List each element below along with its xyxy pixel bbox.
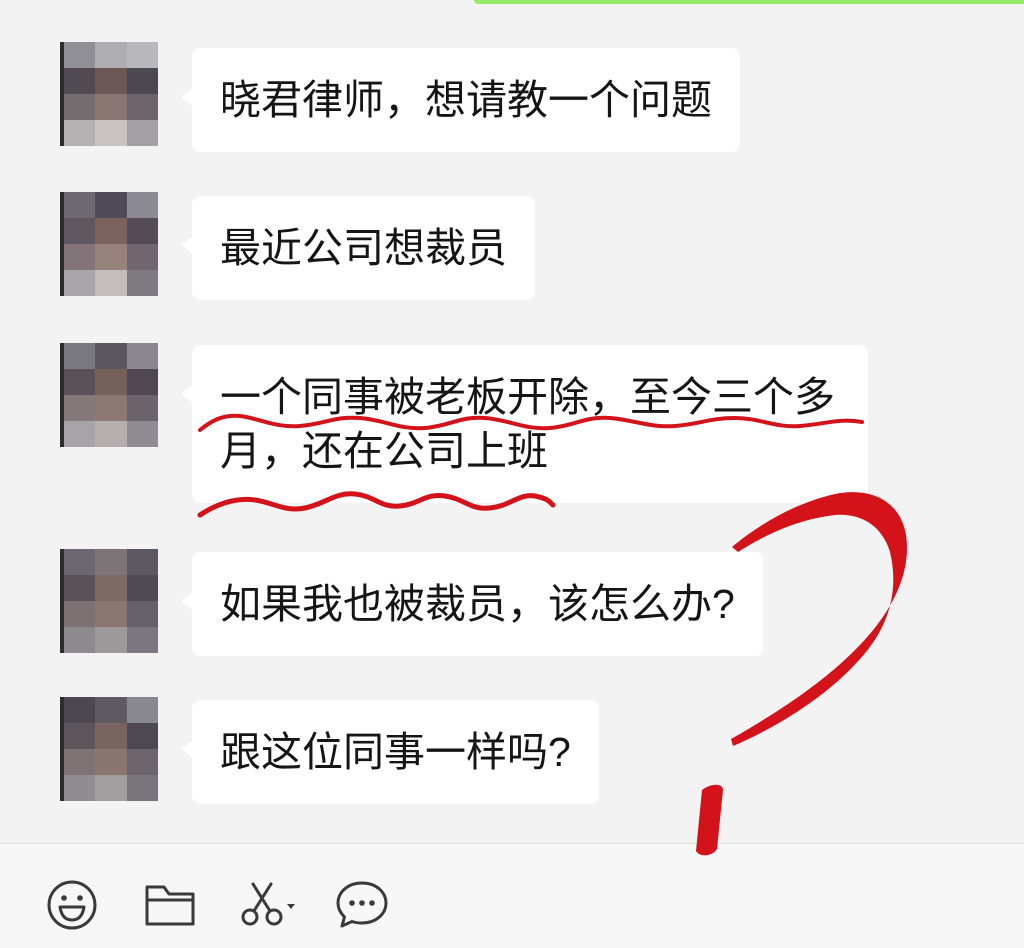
screenshot-button[interactable] bbox=[234, 877, 300, 933]
message-bubble[interactable]: 最近公司想裁员 bbox=[181, 196, 535, 300]
message-bubble[interactable]: 如果我也被裁员，该怎么办? bbox=[181, 552, 763, 656]
message-bubble[interactable]: 晓君律师，想请教一个问题 bbox=[181, 48, 740, 152]
pixelated-avatar-image bbox=[60, 192, 158, 296]
message-text: 晓君律师，想请教一个问题 bbox=[220, 77, 712, 123]
chat-history-button[interactable] bbox=[334, 877, 390, 933]
message-text: 最近公司想裁员 bbox=[220, 225, 507, 271]
folder-icon bbox=[145, 885, 195, 926]
pixelated-avatar-image bbox=[60, 697, 158, 801]
pixelated-avatar-image bbox=[60, 42, 158, 146]
pixelated-avatar-image bbox=[60, 343, 158, 447]
message-text: 如果我也被裁员，该怎么办? bbox=[220, 581, 735, 627]
input-toolbar bbox=[0, 843, 1024, 948]
avatar[interactable] bbox=[60, 42, 158, 146]
message-text: 一个同事被老板开除，至今三个多月，还在公司上班 bbox=[220, 374, 835, 474]
chat-history-icon bbox=[336, 881, 388, 928]
chevron-down-icon bbox=[287, 904, 295, 909]
avatar[interactable] bbox=[60, 343, 158, 447]
avatar[interactable] bbox=[60, 549, 158, 653]
message-bubble[interactable]: 一个同事被老板开除，至今三个多月，还在公司上班 bbox=[181, 345, 868, 503]
avatar[interactable] bbox=[60, 697, 158, 801]
pixelated-avatar-image bbox=[60, 549, 158, 653]
chat-history: 晓君律师，想请教一个问题 最近公司想裁员 一个同事被老板开除，至今三个多月，还在… bbox=[0, 0, 1024, 843]
send-file-button[interactable] bbox=[142, 877, 198, 933]
emoji-icon bbox=[47, 880, 97, 930]
avatar[interactable] bbox=[60, 192, 158, 296]
screenshot-scissors-icon bbox=[241, 882, 295, 926]
message-text: 跟这位同事一样吗? bbox=[220, 729, 571, 775]
message-bubble[interactable]: 跟这位同事一样吗? bbox=[181, 700, 599, 804]
emoji-button[interactable] bbox=[44, 877, 100, 933]
